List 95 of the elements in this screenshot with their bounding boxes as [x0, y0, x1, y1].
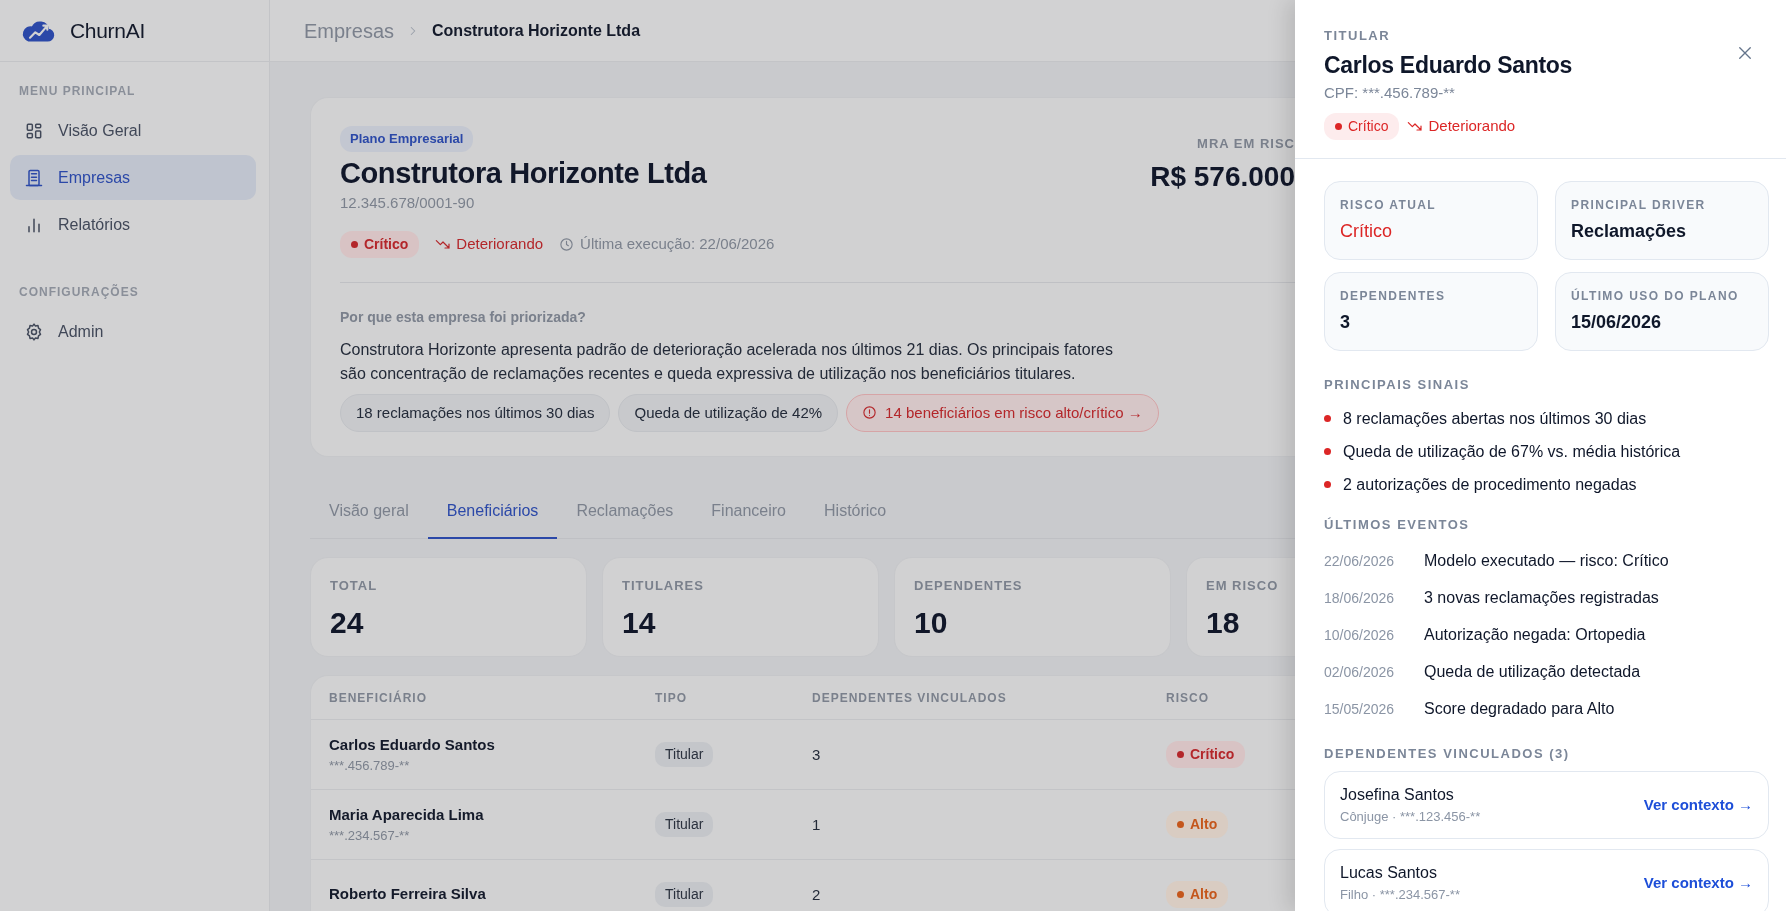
signal-text: Queda de utilização de 67% vs. média histórica	[1343, 441, 1681, 462]
sidebar-item[interactable]: Admin	[10, 309, 256, 354]
breadcrumb-link[interactable]: Empresas	[304, 15, 395, 46]
drawer-eyebrow: TITULAR	[1324, 27, 1392, 45]
breadcrumb-current: Construtora Horizonte Ltda	[432, 20, 641, 41]
event-text: Queda de utilização detectada	[1424, 662, 1641, 682]
risk-badge: Crítico	[1324, 112, 1400, 140]
column-header: DEPENDENTES VINCULADOS	[812, 689, 1008, 707]
signal-chip: Queda de utilização de 42%	[618, 393, 839, 432]
event-date: 02/06/2026	[1324, 662, 1396, 682]
risk-badge: Alto	[1166, 811, 1229, 838]
tab[interactable]: Histórico	[805, 477, 906, 539]
beneficiary-cpf: ***.456.789-**	[329, 757, 411, 775]
info-label: RISCO ATUAL	[1340, 196, 1438, 214]
dependents-count: 2	[812, 885, 821, 903]
event-text: Autorização negada: Ortopedia	[1424, 625, 1646, 645]
info-label: PRINCIPAL DRIVER	[1571, 196, 1707, 214]
info-value: Crítico	[1340, 219, 1393, 243]
section-heading: DEPENDENTES VINCULADOS (3)	[1324, 744, 1571, 763]
stat-label: EM RISCO	[1206, 577, 1276, 595]
view-context-link[interactable]: Ver contexto →	[1643, 871, 1753, 895]
signal-chip: 18 reclamações nos últimos 30 dias	[340, 393, 611, 432]
stat-label: DEPENDENTES	[914, 577, 1024, 595]
stat-label: TOTAL	[330, 577, 379, 595]
building-icon	[24, 167, 44, 188]
type-tag: Titular	[655, 812, 714, 837]
info-value: 15/06/2026	[1571, 310, 1663, 334]
view-context-link[interactable]: Ver contexto →	[1643, 793, 1753, 817]
beneficiary-cpf: ***.234.567-**	[329, 827, 411, 845]
signal-text: 2 autorizações de procedimento negadas	[1343, 474, 1637, 495]
risk-badge: Alto	[1166, 881, 1229, 908]
signal-text: 8 reclamações abertas nos últimos 30 dias	[1343, 408, 1647, 429]
event-date: 22/06/2026	[1324, 551, 1396, 571]
dependent-meta: Filho · ***.234.567-**	[1340, 886, 1460, 905]
event-text: Modelo executado — risco: Crítico	[1424, 551, 1669, 571]
bullet-dot	[1324, 448, 1331, 455]
sidebar-item[interactable]: Empresas	[10, 155, 256, 200]
info-label: DEPENDENTES	[1340, 287, 1447, 305]
question-text: Por que esta empresa foi priorizada?	[340, 307, 587, 327]
section-heading: MENU PRINCIPAL	[18, 83, 137, 100]
tab[interactable]: Visão geral	[310, 477, 428, 539]
explanation-text: Construtora Horizonte apresenta padrão de deterioração acelerada nos últimos 21 dias. Os principais fatores são concentração de reclamações recentes e queda expressiva de utilização nos beneficiários titulares.	[340, 339, 1114, 384]
tab[interactable]: Reclamações	[557, 477, 693, 539]
info-label: ÚLTIMO USO DO PLANO	[1571, 287, 1740, 305]
stat-label: TITULARES	[622, 577, 705, 595]
bullet-dot	[1324, 481, 1331, 488]
clock-icon	[559, 236, 575, 252]
dependents-count: 3	[812, 745, 821, 763]
section-heading: ÚLTIMOS EVENTOS	[1324, 516, 1471, 534]
sidebar-item[interactable]: Visão Geral	[10, 108, 256, 153]
settings-icon	[24, 321, 44, 342]
tab[interactable]: Beneficiários	[427, 477, 558, 539]
tab[interactable]: Financeiro	[692, 477, 805, 539]
section-heading: PRINCIPAIS SINAIS	[1324, 375, 1471, 394]
last-run-text: Última execução: 22/06/2026	[580, 234, 775, 255]
stat-value: 10	[914, 604, 949, 641]
beneficiary-name: Carlos Eduardo Santos	[1324, 50, 1573, 80]
beneficiary-name: Roberto Ferreira Silva	[329, 884, 487, 905]
dependent-name: Josefina Santos	[1340, 785, 1455, 806]
risk-link-chip[interactable]: 14 beneficiários em risco alto/crítico →	[846, 393, 1159, 432]
sidebar-item[interactable]: Relatórios	[10, 202, 256, 247]
column-header: RISCO	[1166, 689, 1210, 707]
trend-label: Deteriorando	[1407, 114, 1516, 138]
dependent-meta: Cônjuge · ***.123.456-**	[1340, 808, 1481, 827]
event-date: 15/05/2026	[1324, 699, 1396, 719]
brand-name: ChurnAI	[70, 17, 145, 44]
stat-value: 18	[1206, 604, 1241, 641]
plan-badge: Plano Empresarial	[340, 126, 474, 152]
event-text: 3 novas reclamações registradas	[1424, 588, 1659, 608]
column-header: BENEFICIÁRIO	[329, 689, 428, 707]
beneficiary-cpf: CPF: ***.456.789-**	[1324, 83, 1456, 103]
column-header: TIPO	[655, 689, 688, 707]
info-value: Reclamações	[1571, 219, 1688, 243]
risk-badge: Crítico	[340, 230, 420, 258]
trend-label: Deteriorando	[435, 233, 544, 256]
info-value: 3	[1340, 310, 1351, 334]
mra-value: R$ 576.000	[1150, 159, 1295, 194]
event-date: 18/06/2026	[1324, 588, 1396, 608]
company-name: Construtora Horizonte Ltda	[340, 155, 708, 191]
company-cnpj: 12.345.678/0001-90	[340, 193, 476, 214]
mra-label: MRA EM RISC	[1196, 135, 1295, 153]
type-tag: Titular	[655, 882, 714, 907]
stat-value: 14	[622, 604, 657, 641]
dependents-count: 1	[812, 815, 821, 833]
section-heading: CONFIGURAÇÕES	[18, 283, 140, 301]
type-tag: Titular	[655, 742, 714, 767]
alert-icon	[862, 405, 878, 421]
event-date: 10/06/2026	[1324, 625, 1396, 645]
event-text: Score degradado para Alto	[1424, 699, 1615, 719]
risk-badge: Crítico	[1166, 741, 1246, 768]
stat-value: 24	[330, 604, 365, 641]
bullet-dot	[1324, 415, 1331, 422]
dependent-name: Lucas Santos	[1340, 863, 1438, 884]
beneficiary-name: Carlos Eduardo Santos	[329, 734, 496, 755]
beneficiary-name: Maria Aparecida Lima	[329, 804, 485, 825]
